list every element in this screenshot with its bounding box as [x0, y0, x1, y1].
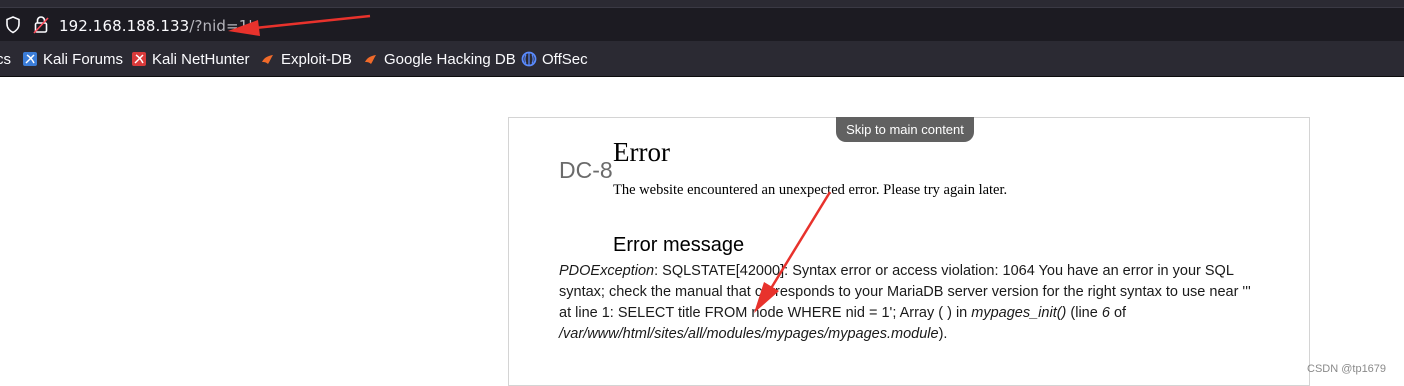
bookmark-label: Kali Forums — [43, 50, 124, 68]
bookmark-partial[interactable]: cs — [0, 41, 11, 77]
message-text: ). — [938, 326, 948, 342]
kali-forums-icon — [23, 52, 37, 66]
url-path: /?nid=1' — [189, 17, 253, 35]
bookmark-label: Kali NetHunter — [152, 50, 250, 68]
error-title: Error — [613, 137, 670, 167]
url-text[interactable]: 192.168.188.133/?nid=1' — [59, 17, 253, 35]
message-text: : SQLSTATE[42000]: Syntax error or acces… — [559, 263, 1251, 321]
bookmark-google-hacking-db[interactable]: Google Hacking DB — [363, 41, 516, 77]
bookmark-kali-forums[interactable]: Kali Forums — [22, 41, 123, 77]
kali-nethunter-icon — [132, 52, 146, 66]
bookmark-exploit-db[interactable]: Exploit-DB — [260, 41, 352, 77]
bookmark-label: OffSec — [542, 50, 588, 68]
line-number: 6 — [1101, 305, 1110, 321]
bookmarks-toolbar: cs Kali Forums Kali NetHunter Exploit-DB… — [0, 41, 1404, 77]
exploit-db-icon — [262, 55, 273, 64]
exception-name: PDOException — [559, 263, 655, 279]
address-bar[interactable]: 192.168.188.133/?nid=1' — [0, 7, 1404, 41]
bookmark-label: Exploit-DB — [281, 50, 352, 68]
skip-to-main-link[interactable]: Skip to main content — [836, 117, 974, 142]
csdn-watermark: CSDN @tp1679 — [1307, 363, 1387, 375]
tracking-protection-shield-icon[interactable] — [5, 16, 21, 34]
ghdb-icon — [365, 55, 376, 64]
bookmark-kali-nethunter[interactable]: Kali NetHunter — [131, 41, 250, 77]
message-text: of — [1109, 305, 1127, 321]
browser-tab-strip — [0, 0, 1404, 7]
bookmark-offsec[interactable]: OffSec — [521, 41, 588, 77]
error-message-body: PDOException: SQLSTATE[42000]: Syntax er… — [559, 261, 1259, 345]
file-path: /var/www/html/sites/all/modules/mypages/… — [559, 326, 939, 342]
error-description: The website encountered an unexpected er… — [613, 182, 1008, 198]
site-name[interactable]: DC-8 — [559, 157, 613, 184]
message-text: (line — [1066, 305, 1102, 321]
insecure-lock-icon[interactable] — [33, 15, 49, 35]
url-host: 192.168.188.133 — [59, 17, 190, 35]
error-message-heading: Error message — [613, 234, 745, 256]
bookmark-label: cs — [0, 50, 11, 68]
bookmark-label: Google Hacking DB — [384, 50, 516, 68]
function-name: mypages_init() — [971, 305, 1067, 321]
offsec-icon — [521, 51, 537, 67]
